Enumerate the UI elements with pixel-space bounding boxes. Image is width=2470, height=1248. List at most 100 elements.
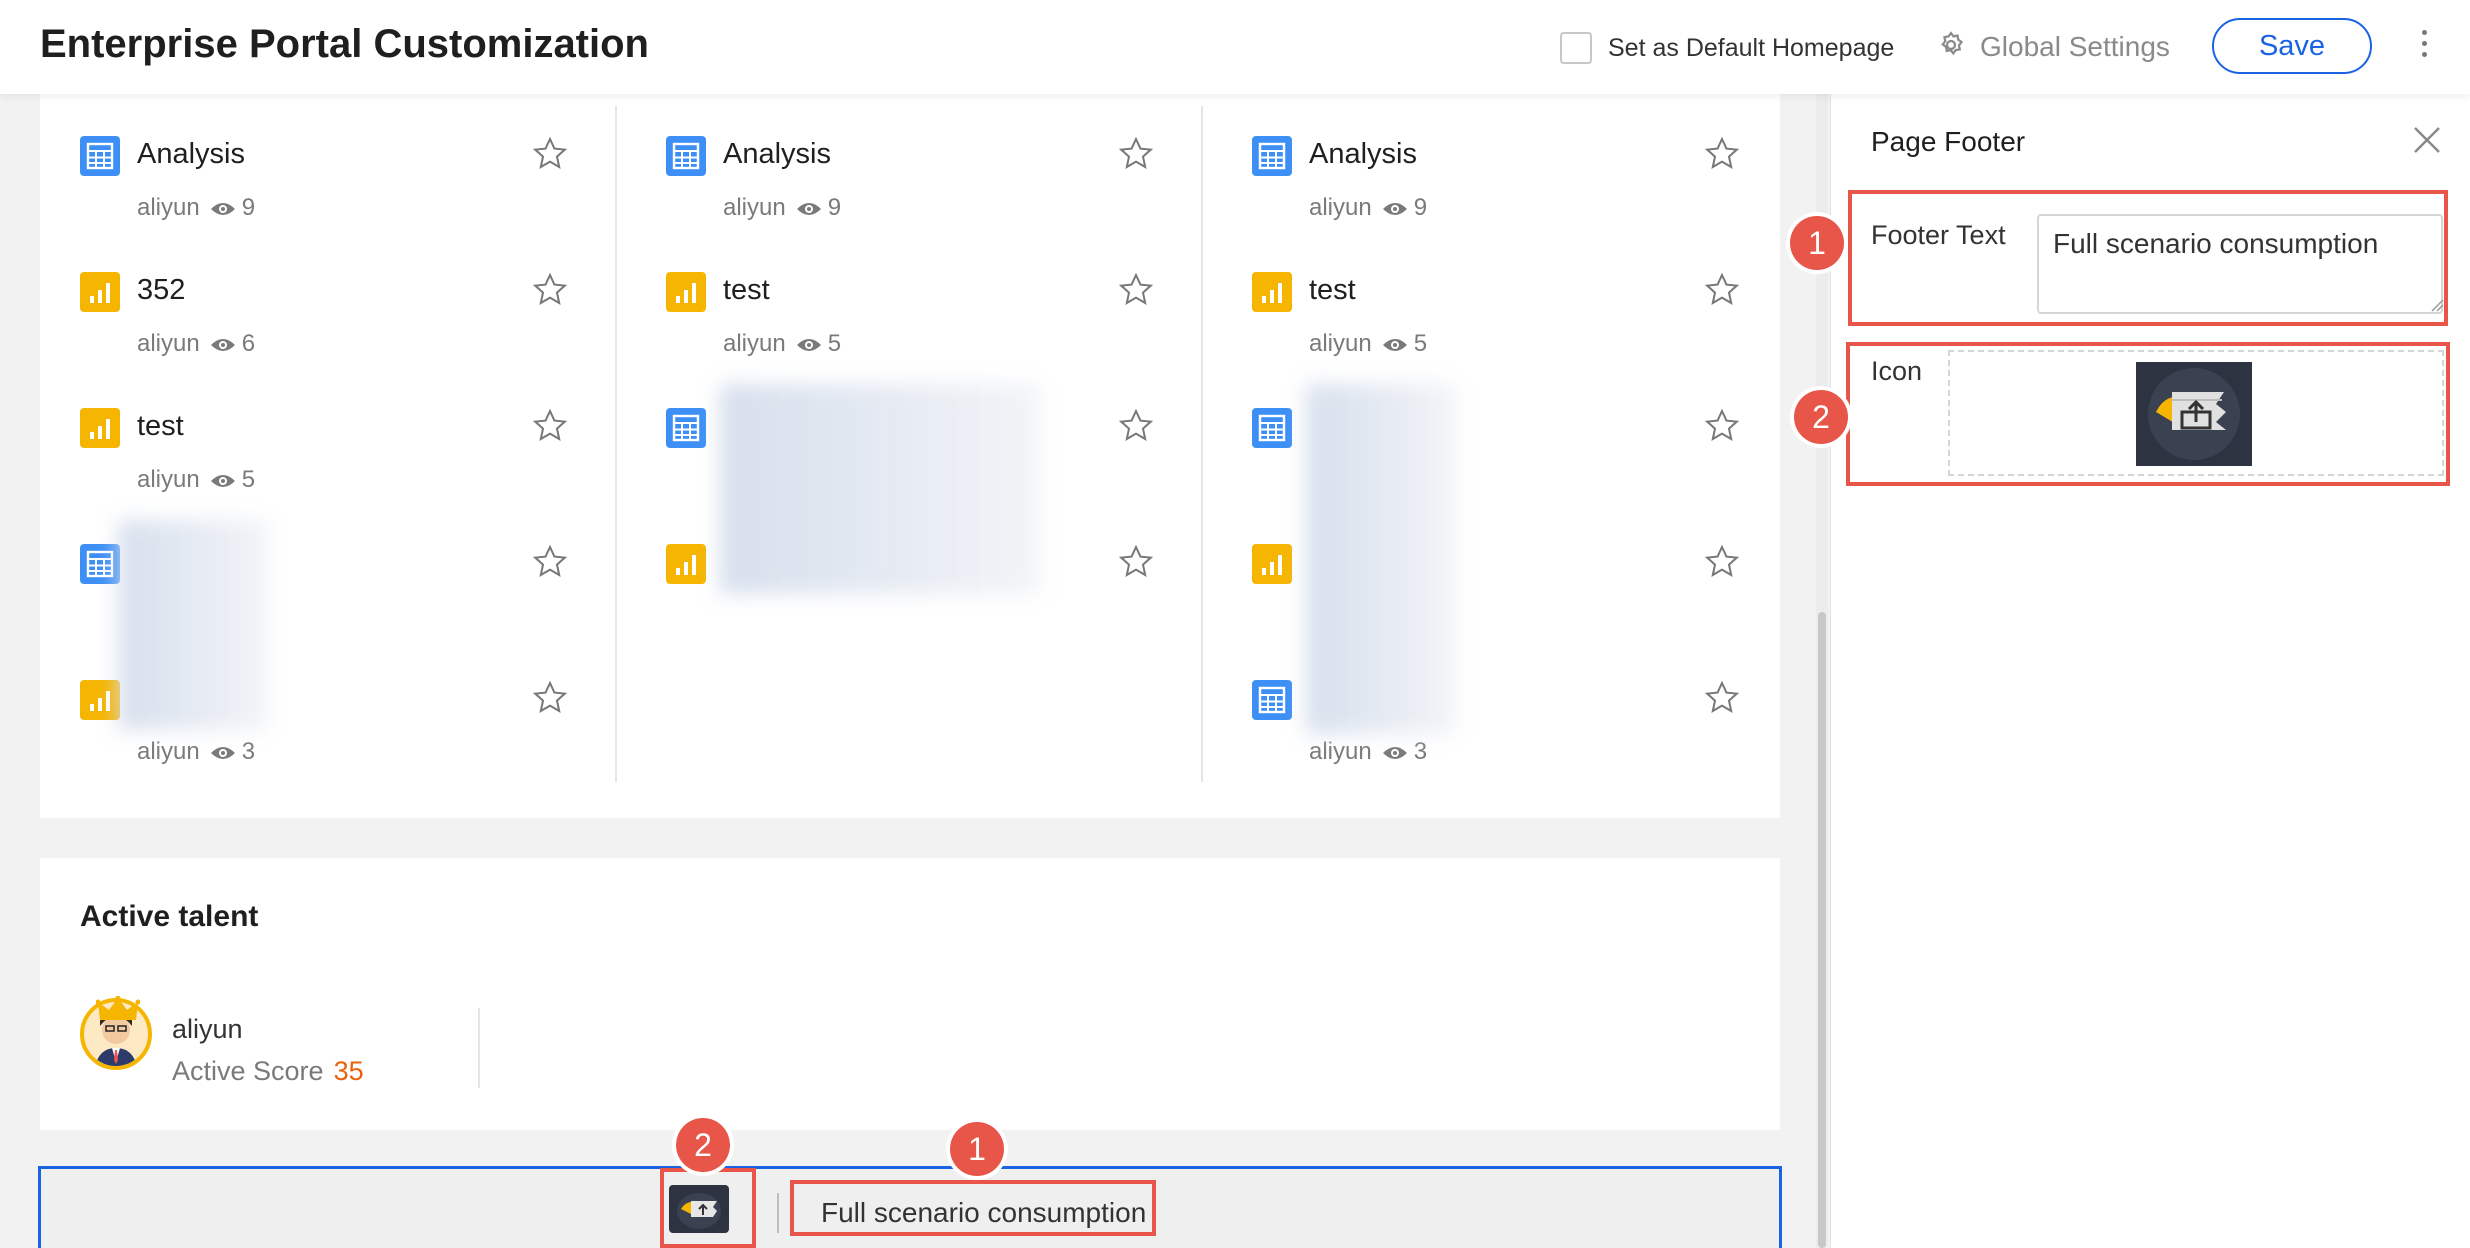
item-meta: aliyun 3	[137, 738, 255, 766]
bar-chart-icon	[666, 544, 706, 584]
resource-list-card: Analysis aliyun 9 352 aliyun 6 test aliyun 5 aliy…	[40, 94, 1780, 818]
item-owner: aliyun	[1309, 330, 1372, 357]
star-icon[interactable]	[1704, 680, 1740, 716]
star-icon[interactable]	[1704, 544, 1740, 580]
item-views: 9	[1413, 194, 1428, 221]
list-item[interactable]: test aliyun 5	[80, 378, 572, 493]
talent-user-name[interactable]: aliyun	[172, 1014, 243, 1045]
item-owner: aliyun	[137, 466, 200, 493]
redacted-content	[720, 384, 1040, 594]
eye-icon	[200, 330, 242, 357]
star-icon[interactable]	[532, 408, 568, 444]
scrollbar-thumb[interactable]	[1818, 612, 1826, 1248]
star-icon[interactable]	[1118, 544, 1154, 580]
star-icon[interactable]	[532, 680, 568, 716]
active-talent-title: Active talent	[80, 900, 259, 933]
item-name[interactable]: 352	[137, 274, 185, 307]
highlight-box-icon-field	[1846, 342, 2450, 486]
close-icon[interactable]	[2411, 124, 2443, 156]
step-badge-2: 2	[1794, 390, 1848, 444]
redacted-content	[1306, 384, 1456, 734]
default-homepage-label[interactable]: Set as Default Homepage	[1608, 34, 1894, 63]
item-owner: aliyun	[1309, 738, 1372, 765]
item-views: 5	[241, 466, 256, 493]
save-button[interactable]: Save	[2212, 18, 2372, 74]
item-owner: aliyun	[1309, 194, 1372, 221]
divider	[478, 1008, 480, 1088]
item-owner: aliyun	[723, 330, 786, 357]
star-icon[interactable]	[1704, 136, 1740, 172]
item-name[interactable]: test	[723, 274, 770, 307]
score-label: Active Score	[172, 1056, 324, 1086]
item-views: 6	[241, 330, 256, 357]
item-meta: aliyun 9	[137, 194, 255, 222]
list-item[interactable]: Analysis aliyun 9	[666, 106, 1158, 221]
page-title: Enterprise Portal Customization	[40, 22, 649, 66]
item-owner: aliyun	[137, 330, 200, 357]
eye-icon	[200, 738, 242, 765]
star-icon[interactable]	[532, 272, 568, 308]
score-value: 35	[333, 1056, 364, 1086]
eye-icon	[1372, 330, 1414, 357]
item-name[interactable]: test	[1309, 274, 1356, 307]
column-divider	[615, 106, 617, 782]
item-name[interactable]: Analysis	[1309, 138, 1417, 171]
eye-icon	[1372, 738, 1414, 765]
list-item[interactable]: test aliyun 5	[666, 242, 1158, 357]
star-icon[interactable]	[1118, 408, 1154, 444]
item-meta: aliyun 5	[1309, 330, 1427, 358]
default-homepage-checkbox[interactable]	[1560, 32, 1592, 64]
table-report-icon	[80, 544, 120, 584]
step-badge-1: 1	[950, 1122, 1004, 1176]
star-icon[interactable]	[532, 544, 568, 580]
item-views: 5	[827, 330, 842, 357]
eye-icon	[786, 194, 828, 221]
item-meta: aliyun 5	[137, 466, 255, 494]
star-icon[interactable]	[1118, 272, 1154, 308]
item-name[interactable]: Analysis	[137, 138, 245, 171]
bar-chart-icon	[666, 272, 706, 312]
star-icon[interactable]	[1118, 136, 1154, 172]
step-badge-1: 1	[1790, 216, 1844, 270]
column-divider	[1201, 106, 1203, 782]
bar-chart-icon	[80, 680, 120, 720]
item-name[interactable]: test	[137, 410, 184, 443]
table-report-icon	[1252, 680, 1292, 720]
item-views: 9	[827, 194, 842, 221]
item-name[interactable]: Analysis	[723, 138, 831, 171]
bar-chart-icon	[80, 272, 120, 312]
highlight-box-footer-text	[1848, 190, 2448, 326]
list-item[interactable]: 352 aliyun 6	[80, 242, 572, 357]
item-meta: aliyun 3	[1309, 738, 1427, 766]
item-meta: aliyun 6	[137, 330, 255, 358]
eye-icon	[200, 194, 242, 221]
table-report-icon	[80, 136, 120, 176]
step-badge-2: 2	[676, 1118, 730, 1172]
star-icon[interactable]	[1704, 272, 1740, 308]
gear-icon[interactable]	[1936, 30, 1966, 60]
item-meta: aliyun 9	[723, 194, 841, 222]
eye-icon	[1372, 194, 1414, 221]
item-owner: aliyun	[723, 194, 786, 221]
highlight-box-text	[790, 1180, 1156, 1236]
talent-score: Active Score 35	[172, 1056, 364, 1087]
item-views: 3	[241, 738, 256, 765]
redacted-content	[118, 520, 268, 730]
item-meta: aliyun 9	[1309, 194, 1427, 222]
star-icon[interactable]	[532, 136, 568, 172]
item-views: 5	[1413, 330, 1428, 357]
panel-title: Page Footer	[1871, 126, 2026, 157]
list-item[interactable]: Analysis aliyun 9	[80, 106, 572, 221]
more-menu-icon[interactable]	[2418, 26, 2430, 66]
eye-icon	[786, 330, 828, 357]
footer-separator	[777, 1193, 779, 1233]
bar-chart-icon	[1252, 272, 1292, 312]
list-item[interactable]: test aliyun 5	[1252, 242, 1744, 357]
list-item[interactable]: Analysis aliyun 9	[1252, 106, 1744, 221]
eye-icon	[200, 466, 242, 493]
item-owner: aliyun	[137, 738, 200, 765]
bar-chart-icon	[1252, 544, 1292, 584]
global-settings-link[interactable]: Global Settings	[1980, 31, 2170, 63]
star-icon[interactable]	[1704, 408, 1740, 444]
table-report-icon	[1252, 408, 1292, 448]
